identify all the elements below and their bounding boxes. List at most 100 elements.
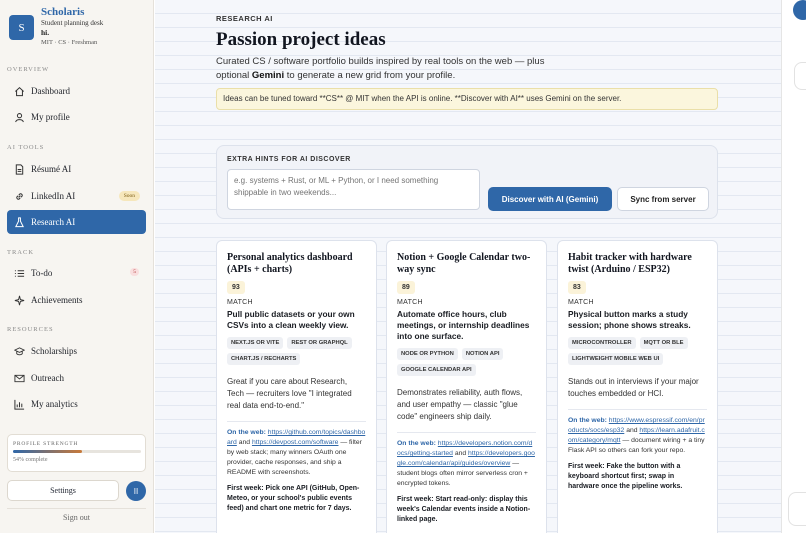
sidebar-item-outreach[interactable]: Outreach — [7, 366, 146, 390]
ai-hints-panel: EXTRA HINTS FOR AI DISCOVER Discover wit… — [216, 145, 718, 219]
and-text: and — [454, 450, 467, 457]
idea-card: Habit tracker with hardware twist (Ardui… — [557, 240, 718, 533]
side-tab-bottom[interactable] — [788, 492, 806, 526]
sidebar-item-dashboard[interactable]: Dashboard — [7, 79, 146, 103]
page-eyebrow: RESEARCH AI — [216, 14, 273, 23]
sidebar: S Scholaris Student planning desk hi. MI… — [0, 0, 154, 533]
sparkle-icon — [14, 295, 25, 306]
idea-web-refs: On the web: https://github.com/topics/da… — [227, 421, 366, 478]
tech-tag: CHART.JS / RECHARTS — [227, 353, 301, 365]
hints-label: EXTRA HINTS FOR AI DISCOVER — [227, 156, 351, 163]
sidebar-item-label: Résumé AI — [31, 164, 72, 174]
idea-web-refs: On the web: https://developers.notion.co… — [397, 432, 536, 489]
idea-why: Demonstrates reliability, auth flows, an… — [397, 388, 523, 421]
sidebar-item-label: Dashboard — [31, 86, 70, 96]
api-notice: Ideas can be tuned toward **CS** @ MIT w… — [216, 88, 718, 110]
brand-tagline: Student planning desk — [41, 19, 104, 27]
idea-title: Personal analytics dashboard (APIs + cha… — [227, 252, 353, 275]
sidebar-item-label: To-do — [31, 268, 53, 278]
user-icon — [14, 112, 25, 123]
profile-strength-label: PROFILE STRENGTH — [13, 441, 79, 447]
sidebar-item-my-profile[interactable]: My profile — [7, 105, 146, 129]
tech-tag: NOTION API — [461, 348, 504, 360]
sidebar-item-label: Research AI — [31, 217, 76, 227]
idea-title: Habit tracker with hardware twist (Ardui… — [568, 252, 692, 275]
sidebar-item-label: Outreach — [31, 373, 64, 383]
sidebar-item-label: LinkedIn AI — [31, 191, 76, 201]
profile-strength-value: 54% complete — [13, 457, 48, 463]
mail-icon — [14, 373, 25, 384]
match-label: MATCH — [397, 299, 423, 306]
idea-card: Personal analytics dashboard (APIs + cha… — [216, 240, 377, 533]
tech-tag: REST OR GRAPHQL — [287, 337, 352, 349]
sidebar-item-label: My analytics — [31, 399, 78, 409]
subtitle-text-2: to generate a new grid from your profile… — [286, 70, 456, 81]
settings-button[interactable]: Settings — [7, 480, 119, 501]
section-label-overview: OVERVIEW — [7, 66, 50, 73]
idea-why: Great if you care about Research, Tech —… — [227, 377, 352, 410]
tech-tag: GOOGLE CALENDAR API — [397, 364, 476, 376]
web-label: On the web: — [227, 429, 266, 436]
flask-icon — [14, 216, 25, 228]
page-subtitle: Curated CS / software portfolio builds i… — [216, 55, 546, 83]
todo-count-badge: 5 — [130, 268, 139, 276]
section-label-resources: RESOURCES — [7, 326, 54, 333]
page-title: Passion project ideas — [216, 29, 386, 50]
idea-summary: Automate office hours, club meetings, or… — [397, 309, 530, 341]
soon-badge: Soon — [118, 191, 140, 201]
profile-strength-bar — [13, 450, 141, 453]
main-content: RESEARCH AI Passion project ideas Curate… — [155, 0, 781, 533]
brand-name: Scholaris — [41, 6, 85, 18]
sidebar-item-my-analytics[interactable]: My analytics — [7, 392, 146, 416]
user-meta: MIT · CS · Freshman — [41, 39, 98, 46]
sidebar-item-achievements[interactable]: Achievements — [7, 288, 146, 312]
discover-with-ai-button[interactable]: Discover with AI (Gemini) — [488, 187, 612, 211]
idea-why: Stands out in interviews if your major t… — [568, 377, 699, 398]
sidebar-item-todo[interactable]: To-do 5 — [7, 261, 146, 285]
and-text: and — [238, 439, 251, 446]
sidebar-item-linkedin-ai[interactable]: LinkedIn AI Soon — [7, 184, 146, 208]
web-link[interactable]: https://devpost.com/software — [252, 439, 339, 446]
section-label-ai-tools: AI TOOLS — [7, 144, 45, 151]
pause-icon[interactable]: II — [126, 481, 146, 501]
brand[interactable]: S Scholaris Student planning desk hi. MI… — [9, 6, 103, 47]
match-label: MATCH — [227, 299, 253, 306]
tech-tag: MICROCONTROLLER — [568, 337, 636, 349]
sidebar-item-scholarships[interactable]: Scholarships — [7, 339, 146, 363]
sync-from-server-button[interactable]: Sync from server — [617, 187, 709, 211]
section-label-track: TRACK — [7, 249, 35, 256]
subtitle-gemini: Gemini — [251, 70, 285, 81]
web-label: On the web: — [568, 417, 607, 424]
sidebar-item-research-ai[interactable]: Research AI — [7, 210, 146, 234]
match-score: 83 — [568, 281, 586, 294]
idea-title: Notion + Google Calendar two-way sync — [397, 252, 531, 275]
brand-logo: S — [9, 15, 34, 40]
tech-tags: NEXT.JS OR VITE REST OR GRAPHQL CHART.JS… — [227, 337, 366, 369]
tech-tag: LIGHTWEIGHT MOBILE WEB UI — [568, 353, 664, 365]
tech-tags: NODE OR PYTHON NOTION API GOOGLE CALENDA… — [397, 348, 536, 380]
match-score: 89 — [397, 281, 415, 294]
sidebar-item-label: Scholarships — [31, 346, 77, 356]
match-label: MATCH — [568, 299, 594, 306]
list-icon — [14, 268, 25, 279]
home-icon — [14, 86, 25, 97]
user-greeting: hi. — [41, 28, 50, 37]
assistant-fab[interactable] — [793, 0, 806, 20]
graduation-cap-icon — [14, 346, 25, 357]
sidebar-item-resume-ai[interactable]: Résumé AI — [7, 157, 146, 181]
sidebar-item-label: Achievements — [31, 295, 83, 305]
idea-summary: Pull public datasets or your own CSVs in… — [227, 309, 355, 330]
side-tab[interactable] — [794, 62, 806, 90]
web-label: On the web: — [397, 440, 436, 447]
bar-chart-icon — [14, 399, 25, 410]
tech-tag: MQTT OR BLE — [639, 337, 688, 349]
hints-input[interactable] — [227, 169, 480, 210]
match-score: 93 — [227, 281, 245, 294]
sign-out-button[interactable]: Sign out — [7, 508, 146, 522]
idea-web-refs: On the web: https://www.espressif.com/en… — [568, 409, 707, 456]
idea-card: Notion + Google Calendar two-way sync 89… — [386, 240, 547, 533]
profile-strength-card: PROFILE STRENGTH 54% complete — [7, 434, 146, 472]
profile-strength-fill — [13, 450, 83, 453]
document-icon — [14, 163, 25, 175]
idea-summary: Physical button marks a study session; p… — [568, 309, 691, 330]
